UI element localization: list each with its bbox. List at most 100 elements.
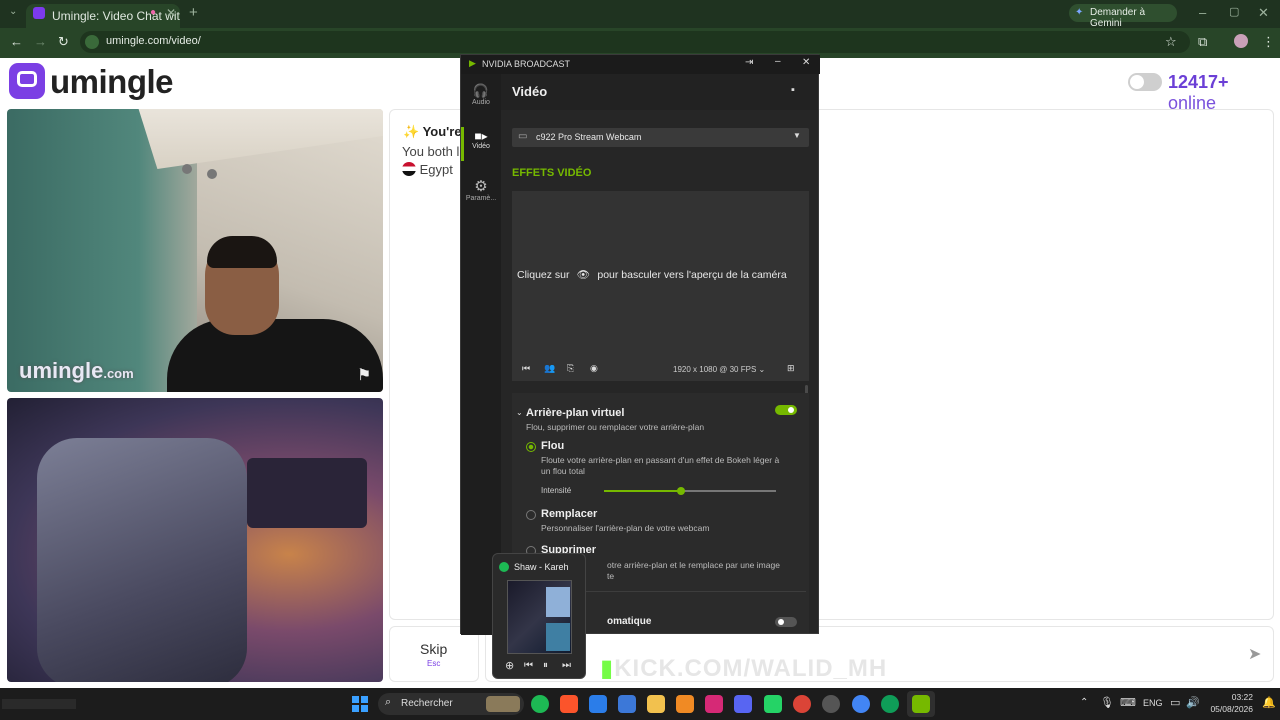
taskbar-search[interactable]: ⌕ Rechercher [378,693,524,715]
network-icon[interactable]: ▭ [1170,696,1180,709]
language-indicator[interactable]: ENG [1143,698,1163,708]
tray-chevron-icon[interactable]: ⌃ [1080,697,1088,708]
store-icon[interactable] [618,695,636,713]
resolution-select[interactable]: 1920 x 1080 @ 30 FPS ⌄ [673,365,765,374]
extensions-icon[interactable]: ⧉ [1198,34,1207,50]
chat-common-line: You both l [402,144,460,159]
online-counter: 12417+ online [1168,72,1280,114]
gemini-button[interactable]: Demander à Gemini [1069,4,1177,29]
add-icon[interactable]: ⊕ [505,659,514,672]
report-flag-icon[interactable]: ⚑ [357,365,371,385]
option-remove-desc: otre arrière-plan et le remplace par une… [607,560,780,570]
next-track-icon[interactable]: ⏭ [562,660,571,671]
gemini-label: Demander à Gemini [1090,7,1146,29]
nav-settings[interactable]: ⚙ Paramè... [461,177,501,213]
folder-icon[interactable] [647,695,665,713]
profile-avatar[interactable] [1234,34,1248,48]
minimize-icon[interactable]: – [1199,5,1206,20]
people-icon[interactable]: 👥 [544,363,555,374]
snapshot-icon[interactable]: ⎘ [567,363,574,374]
eye-icon[interactable]: 👁 [572,268,594,281]
nav-video[interactable]: ■▸ Vidéo [461,129,501,165]
notification-icon[interactable]: 🔔 [1262,696,1276,709]
collapse-icon[interactable]: ⌄ [516,408,523,417]
spotify-thumbnail[interactable] [507,580,572,654]
chevron-down-icon: ▼ [793,131,801,140]
chrome-profile-icon[interactable] [852,695,870,713]
maximize-icon[interactable]: ▢ [1229,5,1239,18]
option-replace-desc: Personnaliser l'arrière-plan de votre we… [541,523,710,533]
tab-favicon-icon [33,7,45,19]
gaming-chair [37,438,247,682]
stats-icon[interactable]: ⊞ [787,363,795,374]
nvidia-taskbar-icon[interactable] [912,695,930,713]
chat-country: Egypt [402,162,453,177]
spotify-taskbar-icon[interactable] [531,695,549,713]
brave-icon[interactable] [560,695,578,713]
mic-icon[interactable]: 🎙 [1100,696,1114,709]
preview-hint: Cliquez sur 👁 pour basculer vers l'aperç… [517,268,787,281]
self-video [7,398,383,682]
auto-frame-toggle[interactable] [775,617,797,627]
nv-minimize-icon[interactable]: – [775,56,781,67]
camera-preview: Cliquez sur 👁 pour basculer vers l'aperç… [512,191,809,381]
site-info-icon[interactable] [85,35,99,49]
defender-icon[interactable] [589,695,607,713]
logo-icon[interactable] [9,63,45,99]
pin-icon[interactable]: ⇥ [745,57,753,68]
gemini-icon: ✦ [1075,7,1084,18]
virtual-bg-toggle[interactable] [775,405,797,415]
previous-track-icon[interactable]: ⏮ [524,660,533,671]
spotify-icon [499,562,509,572]
radio-replace[interactable] [526,510,536,520]
nv-close-icon[interactable]: ✕ [802,57,810,68]
discord-icon[interactable] [734,695,752,713]
tab-audio-icon: ● [150,7,157,18]
keyboard-icon[interactable]: ⌨ [1120,696,1136,709]
browser-tab[interactable]: Umingle: Video Chat with S [26,4,180,28]
menu-dots-icon[interactable]: ⋮ [1262,34,1275,50]
kick-overlay: ▮KICK.COM/WALID_MH [600,655,888,682]
send-icon[interactable]: ➤ [1248,644,1261,664]
obs-icon[interactable] [822,695,840,713]
search-icon: ⌕ [385,696,392,708]
nvidia-sidebar: 🎧 Audio ■▸ Vidéo ⚙ Paramè... [461,74,501,635]
volume-icon[interactable]: 🔊 [1186,696,1200,709]
reload-icon[interactable]: ↻ [58,34,69,50]
feedback-icon[interactable]: ▪ [791,84,795,96]
tab-close-icon[interactable]: ✕ [166,6,176,20]
headphones-icon: 🎧 [472,83,490,98]
start-icon[interactable] [352,696,368,712]
taskbar-widget[interactable] [2,699,76,709]
auto-frame-label: omatique [607,616,652,627]
tab-search-icon[interactable]: ⌄ [9,6,17,17]
nvidia-logo-icon: ▶ [469,58,476,68]
new-tab-icon[interactable]: + [189,4,198,21]
clock-date: 05/08/2026 [1210,704,1253,714]
forward-icon[interactable]: → [34,34,47,49]
option-blur-desc: Floute votre arrière-plan en passant d'u… [541,455,780,476]
skip-label: Skip [420,641,448,657]
option-blur-label: Flou [541,440,565,452]
device-select[interactable]: c922 Pro Stream Webcam [512,128,809,147]
url-field[interactable]: umingle.com/video/ [80,31,1190,53]
window-close-icon[interactable]: ✕ [1258,5,1269,21]
whatsapp-icon[interactable] [764,695,782,713]
nav-audio[interactable]: 🎧 Audio [461,83,501,119]
chrome-icon[interactable] [793,695,811,713]
instagram-icon[interactable] [705,695,723,713]
vlc-icon[interactable] [676,695,694,713]
clock[interactable]: 03:22 05/08/2026 [1205,691,1253,715]
chrome-profile-2-icon[interactable] [881,695,899,713]
pause-icon[interactable]: ⏸ [543,660,548,671]
section-title: Vidéo [512,84,548,99]
skip-back-icon[interactable]: ⏮ [522,363,530,374]
radio-blur[interactable] [526,442,536,452]
logo-text[interactable]: umingle [50,63,174,101]
bookmark-star-icon[interactable]: ☆ [1165,34,1177,50]
intensity-slider[interactable] [604,487,776,495]
preview-eye-icon[interactable]: ◉ [590,363,598,374]
back-icon[interactable]: ← [10,34,23,49]
nvidia-header: Vidéo ▪ [501,74,818,110]
tab-title: Umingle: Video Chat with S [52,9,180,23]
